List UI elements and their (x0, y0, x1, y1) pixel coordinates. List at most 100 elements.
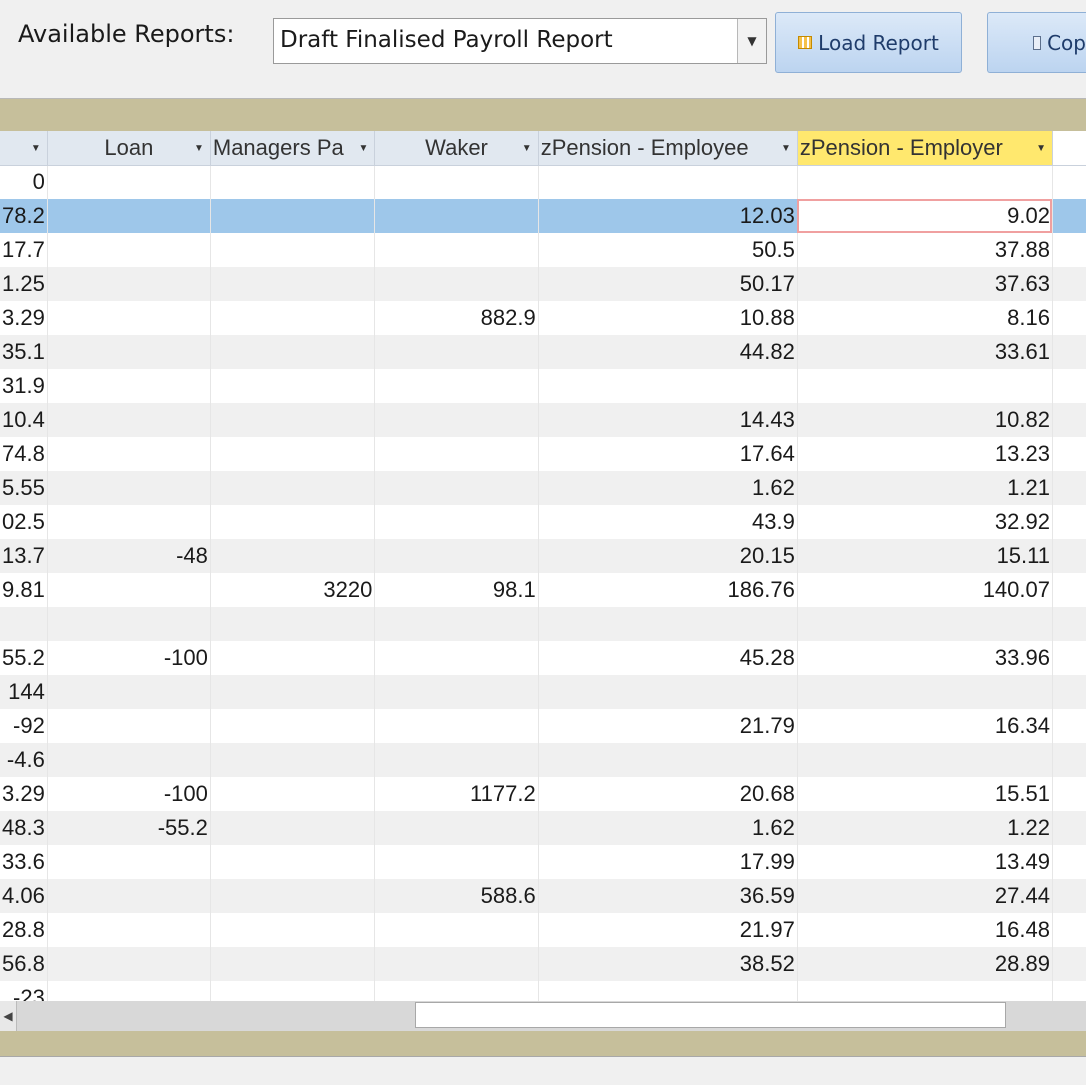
table-cell[interactable]: 74.8 (0, 437, 48, 471)
column-header-pension-employee[interactable]: zPension - Employee ▼ (538, 131, 798, 166)
table-cell[interactable]: -4.6 (0, 743, 48, 777)
table-cell[interactable]: 20.15 (538, 539, 798, 573)
table-cell[interactable] (374, 267, 539, 301)
table-cell[interactable]: 48.3 (0, 811, 48, 845)
table-row[interactable]: -4.6 (0, 743, 1086, 777)
table-cell[interactable]: 33.6 (0, 845, 48, 879)
table-cell[interactable]: 9.81 (0, 573, 48, 607)
table-row[interactable]: 10.4 14.43 10.82 (0, 403, 1086, 437)
load-report-button[interactable]: Load Report (775, 12, 962, 73)
table-cell[interactable] (47, 335, 211, 369)
column-header-loan[interactable]: Loan ▼ (47, 131, 211, 166)
table-cell[interactable] (210, 913, 376, 947)
table-cell[interactable]: 98.1 (374, 573, 539, 607)
table-cell[interactable] (1052, 437, 1086, 471)
table-cell[interactable] (210, 505, 376, 539)
table-cell[interactable] (1052, 403, 1086, 437)
table-cell[interactable] (210, 471, 376, 505)
table-row[interactable]: 144 (0, 675, 1086, 709)
table-cell[interactable] (47, 233, 211, 267)
table-cell[interactable] (47, 165, 211, 199)
table-cell[interactable] (1052, 947, 1086, 981)
table-cell[interactable] (538, 981, 798, 1001)
table-cell[interactable] (374, 471, 539, 505)
table-cell[interactable]: 15.51 (797, 777, 1053, 811)
table-cell[interactable]: 43.9 (538, 505, 798, 539)
table-cell[interactable] (1052, 811, 1086, 845)
table-cell[interactable]: -23 (0, 981, 48, 1001)
chevron-down-icon[interactable]: ▼ (358, 143, 368, 154)
table-row[interactable]: 02.5 43.9 32.92 (0, 505, 1086, 539)
table-cell[interactable] (210, 165, 376, 199)
chevron-down-icon[interactable]: ▼ (781, 143, 791, 154)
table-row[interactable]: 3.29 882.9 10.88 8.16 (0, 301, 1086, 335)
table-cell[interactable] (210, 199, 376, 233)
table-cell[interactable]: 02.5 (0, 505, 48, 539)
table-cell[interactable]: 37.88 (797, 233, 1053, 267)
table-cell[interactable]: 56.8 (0, 947, 48, 981)
table-cell[interactable] (797, 981, 1053, 1001)
table-cell[interactable] (1052, 301, 1086, 335)
chevron-down-icon[interactable]: ▼ (522, 143, 532, 154)
table-cell[interactable] (210, 335, 376, 369)
table-cell[interactable]: 3220 (210, 573, 376, 607)
table-cell[interactable] (47, 437, 211, 471)
table-cell[interactable] (47, 913, 211, 947)
table-cell[interactable]: 33.61 (797, 335, 1053, 369)
table-cell[interactable] (210, 709, 376, 743)
table-cell[interactable] (374, 947, 539, 981)
chevron-down-icon[interactable]: ▼ (31, 143, 41, 154)
table-cell[interactable] (1052, 743, 1086, 777)
table-cell[interactable] (47, 301, 211, 335)
table-cell[interactable] (797, 165, 1053, 199)
column-header-waker[interactable]: Waker ▼ (374, 131, 539, 166)
chevron-down-icon[interactable]: ▼ (1036, 143, 1046, 154)
table-cell[interactable] (1052, 777, 1086, 811)
table-cell[interactable] (1052, 267, 1086, 301)
table-cell[interactable] (210, 607, 376, 641)
table-row[interactable]: 9.81 3220 98.1 186.76 140.07 (0, 573, 1086, 607)
table-cell[interactable] (47, 573, 211, 607)
table-cell[interactable] (210, 233, 376, 267)
table-row[interactable]: 55.2 -100 45.28 33.96 (0, 641, 1086, 675)
table-cell[interactable]: 13.7 (0, 539, 48, 573)
table-cell[interactable] (374, 709, 539, 743)
table-cell[interactable]: 12.03 (538, 199, 798, 233)
table-cell[interactable]: 1.22 (797, 811, 1053, 845)
table-cell[interactable]: -92 (0, 709, 48, 743)
table-cell[interactable]: 20.68 (538, 777, 798, 811)
table-cell[interactable] (47, 879, 211, 913)
table-cell[interactable] (47, 369, 211, 403)
table-cell[interactable] (374, 607, 539, 641)
table-cell[interactable] (797, 369, 1053, 403)
table-cell[interactable] (210, 641, 376, 675)
table-cell[interactable]: 140.07 (797, 573, 1053, 607)
table-cell[interactable] (1052, 879, 1086, 913)
table-cell[interactable] (374, 233, 539, 267)
table-cell[interactable] (1052, 675, 1086, 709)
table-cell[interactable] (538, 743, 798, 777)
table-cell[interactable] (210, 845, 376, 879)
table-cell[interactable] (1052, 641, 1086, 675)
table-cell[interactable] (374, 913, 539, 947)
table-cell[interactable] (47, 675, 211, 709)
copy-button[interactable]: Cop (987, 12, 1086, 73)
table-cell[interactable]: 588.6 (374, 879, 539, 913)
table-cell[interactable] (1052, 913, 1086, 947)
table-cell[interactable] (0, 607, 48, 641)
table-cell[interactable]: 8.16 (797, 301, 1053, 335)
horizontal-scrollbar[interactable]: ◀ (0, 1001, 1086, 1031)
table-row[interactable]: 48.3 -55.2 1.62 1.22 (0, 811, 1086, 845)
table-row[interactable]: 0 (0, 165, 1086, 199)
table-cell[interactable] (47, 981, 211, 1001)
table-cell[interactable] (210, 437, 376, 471)
table-cell[interactable] (374, 403, 539, 437)
table-cell[interactable] (374, 845, 539, 879)
table-cell[interactable] (797, 743, 1053, 777)
table-cell[interactable] (538, 369, 798, 403)
table-cell[interactable] (374, 199, 539, 233)
table-cell[interactable]: 78.2 (0, 199, 48, 233)
table-cell[interactable]: -100 (47, 777, 211, 811)
report-select[interactable]: Draft Finalised Payroll Report ▼ (273, 18, 767, 64)
table-cell[interactable]: 13.49 (797, 845, 1053, 879)
